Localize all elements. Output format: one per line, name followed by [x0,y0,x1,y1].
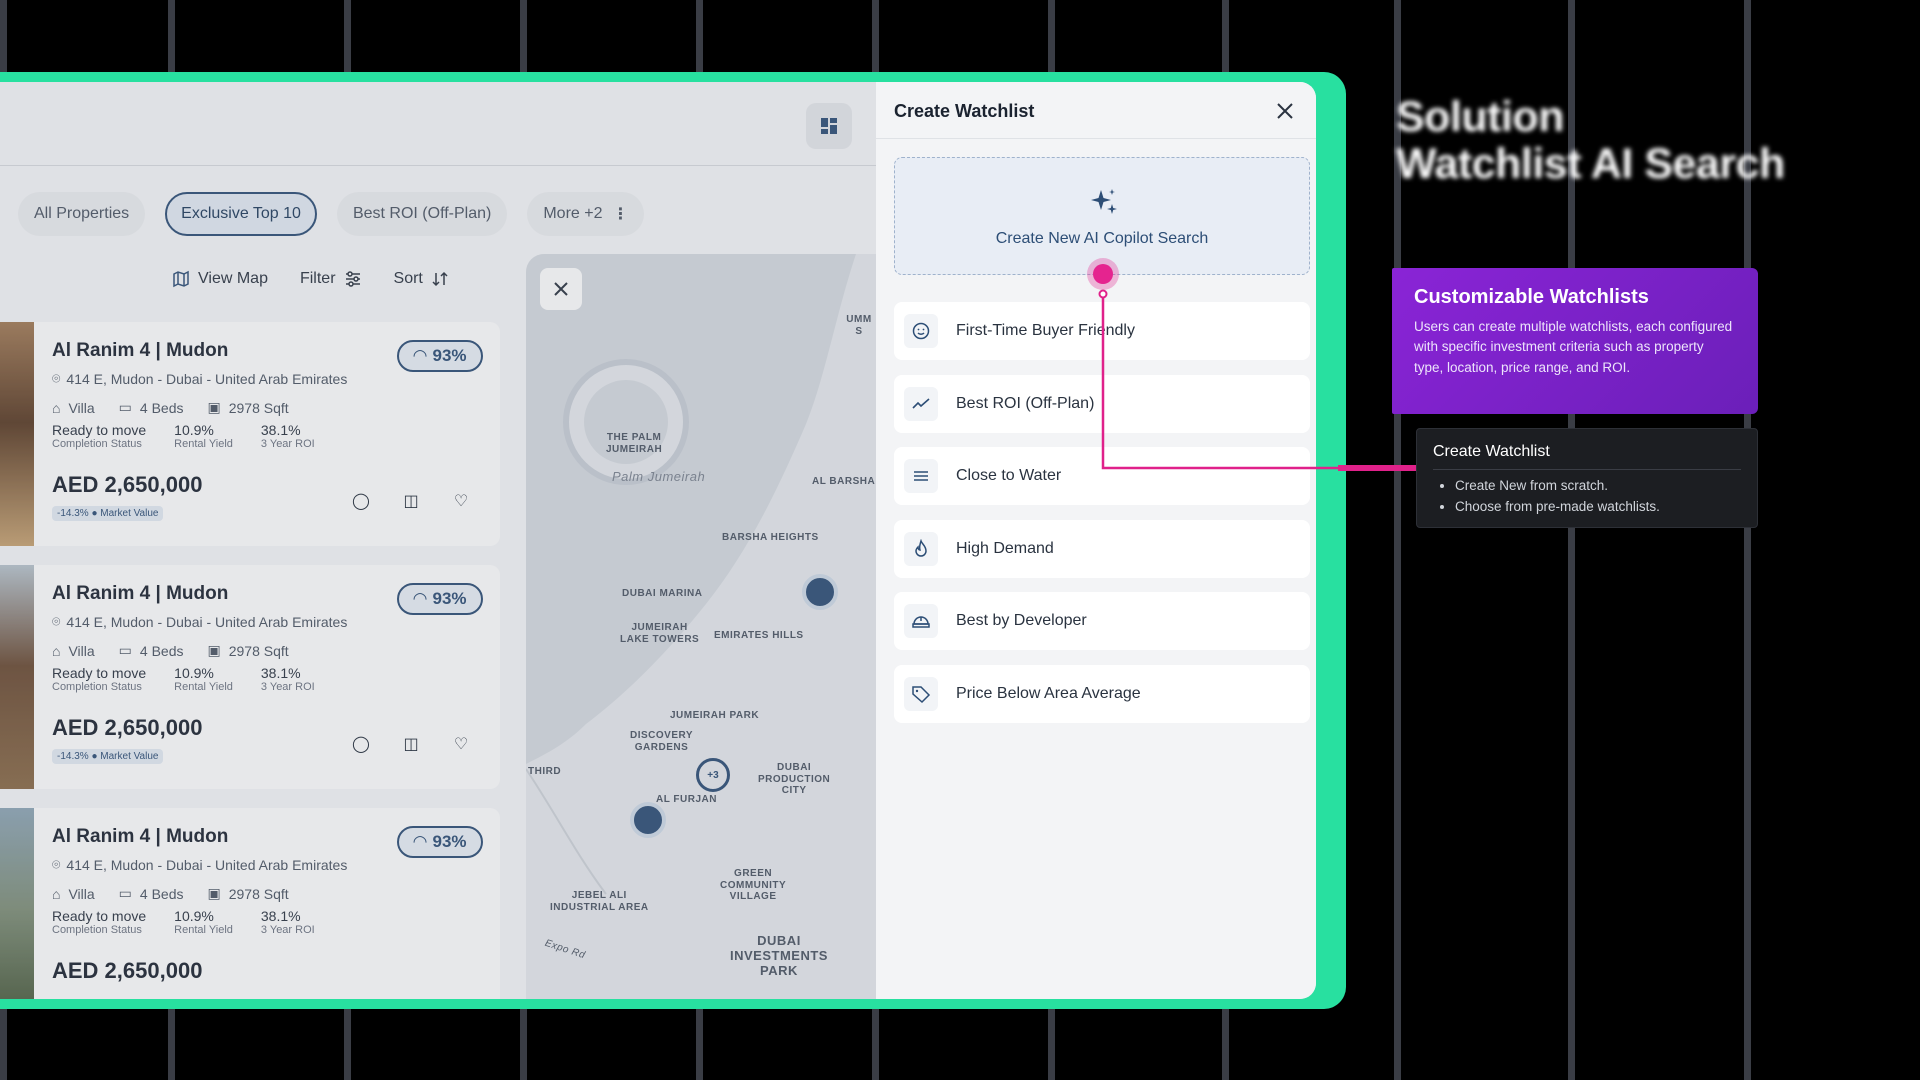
listings-app: All Properties Exclusive Top 10 Best ROI… [0,82,876,999]
close-icon[interactable] [1273,99,1297,123]
create-ai-search-button[interactable]: Create New AI Copilot Search [894,157,1310,275]
tooltip-list: Create New from scratch. Choose from pre… [1433,476,1741,518]
helmet-icon [904,604,938,638]
flame-icon [904,531,938,566]
callout-body: Users can create multiple watchlists, ea… [1414,319,1733,375]
device-frame: All Properties Exclusive Top 10 Best ROI… [0,72,1346,1009]
panel-title: Create Watchlist [894,101,1035,121]
ai-search-label: Create New AI Copilot Search [995,230,1209,247]
callout-title: Customizable Watchlists [1414,286,1649,308]
watchlist-option-high-demand[interactable]: High Demand [894,519,1310,578]
option-label: First-Time Buyer Friendly [956,322,1135,339]
annotation-tooltip: Create Watchlist Create New from scratch… [1416,428,1758,528]
slide-headline: Solution Watchlist AI Search [1396,93,1785,189]
headline-line-2: Watchlist AI Search [1396,140,1785,189]
waves-icon [904,459,938,493]
watchlist-option-price-below-average[interactable]: Price Below Area Average [894,664,1310,723]
tag-icon [904,676,938,711]
option-label: Close to Water [956,467,1062,484]
sparkle-icon [1091,189,1117,214]
premade-watchlists: First-Time Buyer Friendly Best ROI (Off-… [894,302,1310,737]
modal-overlay[interactable] [0,82,876,999]
option-label: Best ROI (Off-Plan) [956,394,1095,412]
smile-icon [904,314,938,348]
watchlist-option-close-to-water[interactable]: Close to Water [894,447,1310,505]
watchlist-option-best-roi[interactable]: Best ROI (Off-Plan) [894,374,1310,433]
option-label: Price Below Area Average [956,684,1141,702]
tooltip-item: Choose from pre-made watchlists. [1455,497,1741,518]
app-screen: All Properties Exclusive Top 10 Best ROI… [0,82,1316,999]
tooltip-item: Create New from scratch. [1455,476,1741,497]
trend-icon [904,386,938,421]
option-label: High Demand [956,539,1054,557]
headline-line-1: Solution [1396,93,1564,141]
feature-callout: Customizable Watchlists Users can create… [1392,268,1758,414]
panel-header: Create Watchlist [876,82,1316,139]
connector-end-cap [1338,465,1416,471]
watchlist-option-first-time-buyer[interactable]: First-Time Buyer Friendly [894,302,1310,360]
option-label: Best by Developer [956,612,1087,629]
tooltip-title: Create Watchlist [1433,443,1741,470]
watchlist-option-best-by-developer[interactable]: Best by Developer [894,592,1310,650]
create-watchlist-panel: Create Watchlist Create New AI Copilot S… [876,82,1316,999]
